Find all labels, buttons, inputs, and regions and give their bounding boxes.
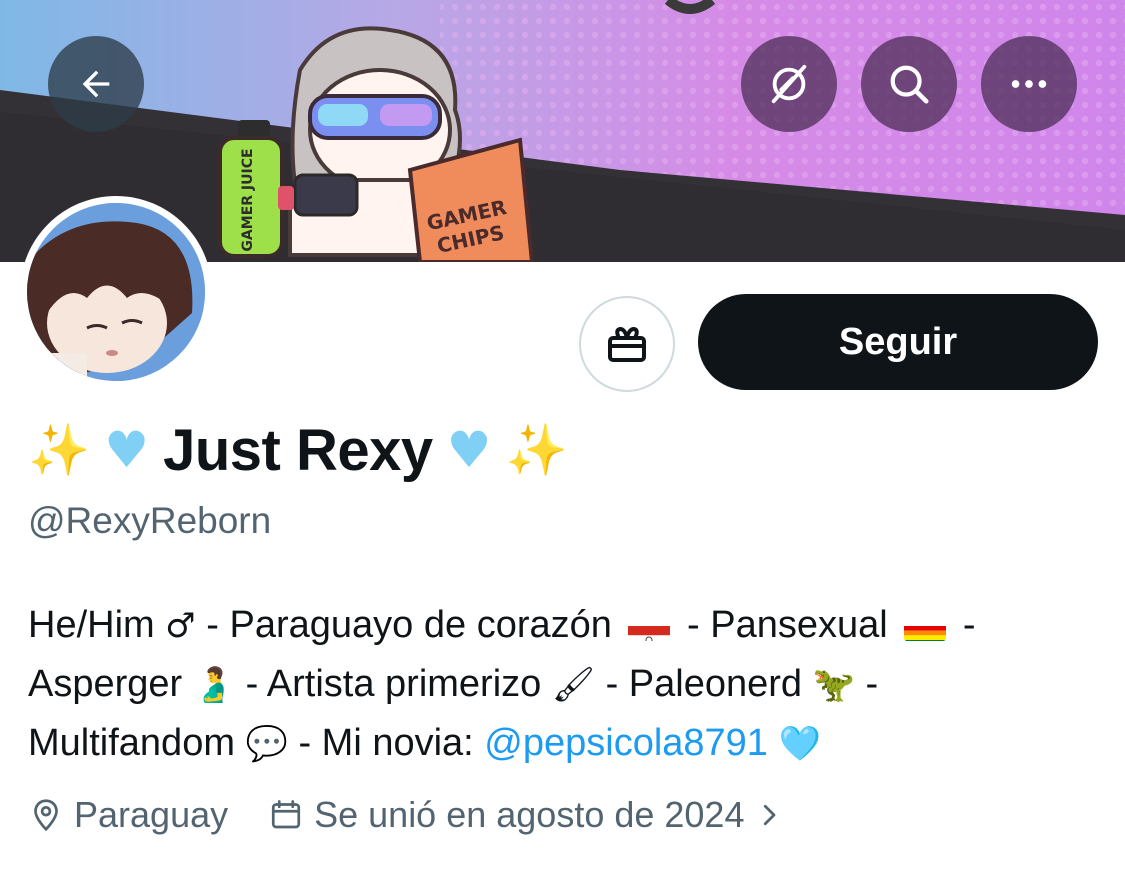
location-pin-icon bbox=[34, 799, 58, 832]
male-symbol-icon: ♂ bbox=[165, 606, 196, 646]
speech-bubble-emoji: 💬 bbox=[245, 724, 288, 764]
juice-bottle-drawing: GAMER JUICE bbox=[218, 120, 284, 258]
display-name: Just Rexy bbox=[163, 417, 433, 483]
avatar[interactable] bbox=[20, 196, 212, 388]
joined-date-text: Se unió en agosto de 2024 bbox=[314, 794, 745, 835]
light-blue-heart-emoji: ♥ bbox=[446, 421, 492, 479]
search-button[interactable] bbox=[861, 36, 957, 132]
back-button[interactable] bbox=[48, 36, 144, 132]
bio-text: - Mi novia: bbox=[298, 722, 485, 764]
username-handle: @RexyReborn bbox=[28, 500, 272, 541]
mention-link[interactable]: @pepsicola8791 bbox=[484, 722, 768, 764]
rainbow-flag-icon bbox=[904, 613, 947, 641]
bio-text: - Paraguayo de corazón bbox=[206, 604, 612, 646]
svg-text:GAMER JUICE: GAMER JUICE bbox=[240, 148, 256, 251]
paraguay-flag-icon bbox=[628, 613, 671, 641]
search-icon bbox=[890, 65, 929, 104]
more-icon bbox=[1011, 80, 1047, 88]
light-blue-heart-emoji: 🩵 bbox=[778, 724, 821, 764]
bio-text: - bbox=[865, 663, 879, 705]
bio-text: Multifandom bbox=[28, 722, 235, 764]
bio-text: - Pansexual bbox=[687, 604, 888, 646]
follow-button[interactable]: Seguir bbox=[698, 294, 1098, 390]
t-rex-emoji: 🦖 bbox=[812, 665, 855, 705]
location-text: Paraguay bbox=[74, 794, 229, 835]
sparkles-emoji: ✨ bbox=[505, 421, 568, 479]
profile-meta: Paraguay Se unió en agosto de 2024 bbox=[28, 790, 824, 840]
gift-icon bbox=[608, 326, 646, 362]
bio-text: - Artista primerizo bbox=[245, 663, 542, 705]
no-algorithm-icon bbox=[771, 64, 807, 104]
joined-date-item[interactable]: Se unió en agosto de 2024 bbox=[268, 794, 784, 836]
bio-line: Multifandom 💬 - Mi novia: @pepsicola8791… bbox=[28, 714, 1108, 773]
bio-text: Asperger bbox=[28, 663, 183, 705]
more-options-button[interactable] bbox=[981, 36, 1077, 132]
display-name-row: ✨ ♥ Just Rexy ♥ ✨ bbox=[28, 414, 568, 486]
light-blue-heart-emoji: ♥ bbox=[104, 421, 150, 479]
no-algorithm-button[interactable] bbox=[741, 36, 837, 132]
paintbrush-emoji: 🖌 bbox=[551, 665, 596, 705]
bio-text: - Paleonerd bbox=[605, 663, 803, 705]
bio-line: Asperger 🫃 - Artista primerizo 🖌 - Paleo… bbox=[28, 655, 1108, 714]
sparkles-emoji: ✨ bbox=[28, 421, 91, 479]
location-item: Paraguay bbox=[28, 794, 228, 836]
profile-page: GAMER JUICE GAMER CHIPS Seguir ✨ ♥ Just … bbox=[0, 0, 1125, 877]
bio-line: He/Him ♂ - Paraguayo de corazón - Pansex… bbox=[28, 596, 1108, 655]
profile-bio: He/Him ♂ - Paraguayo de corazón - Pansex… bbox=[28, 596, 1108, 773]
pregnant-man-emoji: 🫃 bbox=[192, 665, 236, 705]
arrow-left-icon bbox=[82, 70, 110, 98]
avatar-image bbox=[27, 203, 205, 381]
bio-text: He/Him bbox=[28, 604, 155, 646]
chevron-right-icon bbox=[764, 804, 776, 826]
gift-button[interactable] bbox=[579, 296, 675, 392]
bio-text: - bbox=[962, 604, 976, 646]
calendar-icon bbox=[272, 800, 301, 829]
